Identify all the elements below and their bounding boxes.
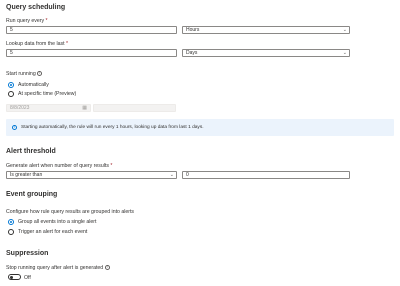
chevron-down-icon: ⌄	[342, 50, 347, 56]
radio-specific-time-label: At specific time (Preview)	[18, 91, 77, 97]
start-time-input[interactable]	[93, 104, 176, 112]
radio-group-single-alert-label: Group all events into a single alert	[18, 219, 97, 225]
chevron-down-icon: ⌄	[169, 172, 174, 178]
section-title-event-grouping: Event grouping	[6, 191, 58, 198]
info-banner-text: Starting automatically, the rule will ru…	[21, 125, 204, 130]
radio-group-single-alert[interactable]	[8, 219, 14, 225]
suppression-toggle-state: Off	[24, 275, 31, 281]
run-every-label: Run query every *	[6, 18, 48, 24]
start-date-input[interactable]: 8/8/2023 ▦	[6, 104, 91, 112]
suppression-label: Stop running query after alert is genera…	[6, 265, 110, 271]
grouping-description: Configure how rule query results are gro…	[6, 209, 135, 215]
info-icon: i	[104, 265, 110, 271]
radio-automatically[interactable]	[8, 82, 14, 88]
threshold-value-input[interactable]: 0	[182, 171, 350, 179]
run-every-input[interactable]: 5	[6, 26, 177, 34]
section-title-suppression: Suppression	[6, 250, 49, 257]
toggle-knob	[10, 275, 13, 279]
threshold-label: Generate alert when number of query resu…	[6, 163, 113, 169]
radio-alert-each-event[interactable]	[8, 229, 14, 235]
info-icon: i	[12, 125, 17, 130]
lookup-input[interactable]: 5	[6, 49, 177, 57]
calendar-icon: ▦	[82, 105, 87, 111]
radio-specific-time[interactable]	[8, 91, 14, 97]
radio-automatically-label: Automatically	[18, 82, 49, 88]
suppression-toggle[interactable]	[8, 274, 21, 280]
lookup-label: Lookup data from the last *	[6, 41, 69, 47]
chevron-down-icon: ⌄	[342, 27, 347, 33]
start-running-label: Start running i	[6, 71, 43, 77]
section-title-alert-threshold: Alert threshold	[6, 148, 56, 155]
run-every-unit-dropdown[interactable]: Hours ⌄	[182, 26, 350, 34]
section-title-query-scheduling: Query scheduling	[6, 4, 66, 11]
info-banner: i Starting automatically, the rule will …	[6, 119, 394, 136]
info-icon: i	[37, 71, 43, 77]
radio-alert-each-event-label: Trigger an alert for each event	[18, 229, 88, 235]
threshold-operator-dropdown[interactable]: Is greater than ⌄	[6, 171, 177, 179]
lookup-unit-dropdown[interactable]: Days ⌄	[182, 49, 350, 57]
